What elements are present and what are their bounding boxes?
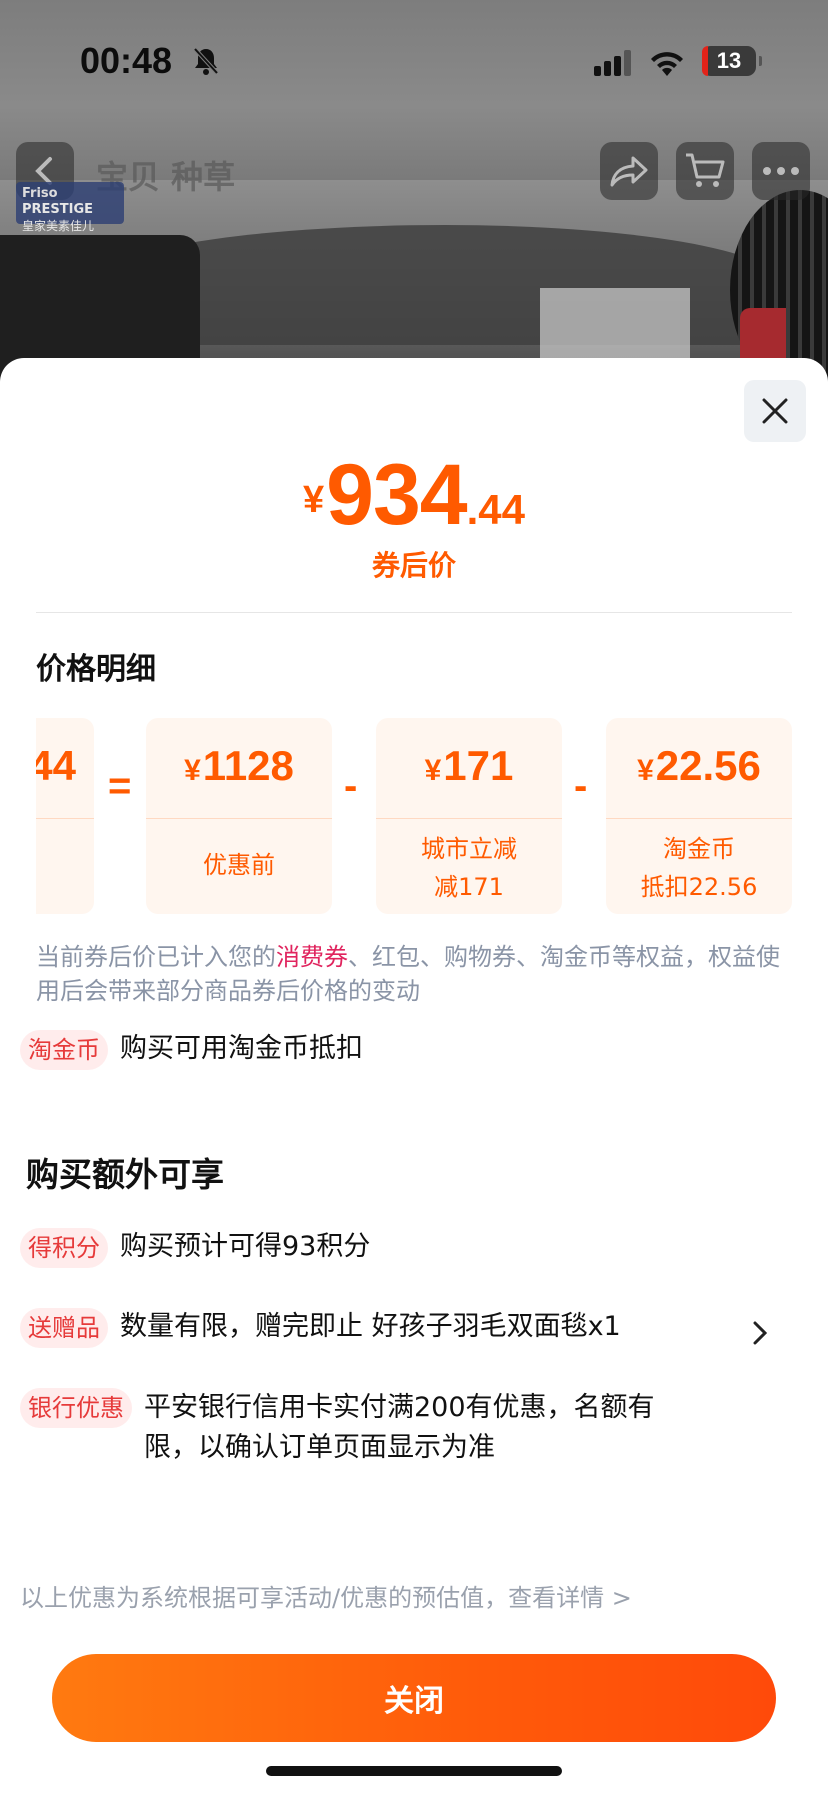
card-separator — [146, 818, 332, 819]
breakdown-card-original: ¥1128 优惠前 — [146, 718, 332, 914]
divider — [36, 612, 792, 613]
minus-sign: - — [574, 764, 588, 808]
bell-muted-icon — [193, 47, 219, 75]
taojinbi-text: 购买可用淘金币抵扣 — [120, 1033, 363, 1064]
breakdown-card-taojinbi: ¥22.56 淘金币 抵扣22.56 — [606, 718, 792, 914]
hero-image-truck — [540, 288, 690, 368]
price-currency: ¥ — [302, 479, 325, 521]
benefit-tag: 送赠品 — [20, 1308, 108, 1348]
share-icon — [610, 156, 648, 187]
estimate-details-link[interactable]: 以上优惠为系统根据可享活动/优惠的预估值，查看详情 > — [20, 1578, 632, 1613]
brand-logo-line1: Friso PRESTIGE — [22, 186, 94, 217]
sheet-close-button[interactable] — [744, 380, 806, 442]
card-amount-value: 171 — [443, 742, 514, 789]
price-detail-title: 价格明细 — [36, 652, 156, 687]
taojinbi-tag: 淘金币 — [20, 1030, 108, 1070]
price-breakdown-scroller[interactable]: 44 = ¥1128 优惠前 - ¥171 城市立减 减171 - ¥22.56… — [36, 718, 792, 914]
benefit-points-row: 得积分 购买预计可得93积分 — [20, 1228, 370, 1268]
price-integer: 934 — [326, 447, 467, 543]
after-coupon-price: ¥934.44 — [0, 446, 828, 545]
card-currency: ¥ — [637, 754, 654, 787]
close-icon — [762, 398, 788, 424]
breakdown-card-city-discount: ¥171 城市立减 减171 — [376, 718, 562, 914]
share-button[interactable] — [600, 142, 658, 200]
price-detail-sheet: ¥934.44 券后价 价格明细 44 = ¥1128 优惠前 - ¥171 城… — [0, 358, 828, 1796]
status-bar: 00:48 13 — [0, 0, 828, 122]
brand-logo-line2: 皇家美素佳儿 — [22, 219, 95, 233]
extra-benefits-title: 购买额外可享 — [26, 1155, 224, 1194]
benefit-gift-row[interactable]: 送赠品 数量有限，赠完即止 好孩子羽毛双面毯x1 — [20, 1308, 800, 1348]
note-text-before: 当前券后价已计入您的 — [36, 943, 276, 971]
home-indicator — [266, 1766, 562, 1776]
cellular-signal-icon — [594, 50, 631, 76]
taojinbi-row: 淘金币 购买可用淘金币抵扣 — [20, 1030, 363, 1070]
card-amount-value: 1128 — [202, 742, 294, 789]
card-separator — [606, 818, 792, 819]
battery-indicator: 13 — [702, 46, 762, 76]
price-decimal: .44 — [466, 486, 526, 533]
benefit-tag: 银行优惠 — [20, 1388, 132, 1428]
cart-button[interactable] — [676, 142, 734, 200]
card-currency: ¥ — [424, 754, 442, 787]
card-currency: ¥ — [184, 754, 201, 787]
price-label: 券后价 — [371, 549, 456, 582]
minus-sign: - — [344, 764, 358, 808]
equals-sign: = — [108, 764, 132, 808]
cart-icon — [686, 153, 725, 187]
more-button[interactable] — [752, 142, 810, 200]
benefit-bank-row: 银行优惠 平安银行信用卡实付满200有优惠，名额有限，以确认订单页面显示为准 — [20, 1388, 720, 1468]
card-separator — [376, 818, 562, 819]
benefit-tag: 得积分 — [20, 1228, 108, 1268]
close-button[interactable]: 关闭 — [52, 1654, 776, 1742]
card-separator — [36, 818, 94, 819]
card-label: 淘金币 抵扣22.56 — [640, 835, 758, 901]
card-label: 城市立减 减171 — [421, 835, 517, 901]
breakdown-card-result: 44 — [36, 718, 94, 914]
card-amount: ¥22.56 — [606, 742, 792, 790]
card-amount-value: 22.56 — [655, 742, 761, 789]
benefit-text: 平安银行信用卡实付满200有优惠，名额有限，以确认订单页面显示为准 — [144, 1392, 655, 1463]
more-dots-icon — [763, 167, 799, 175]
consumer-coupon-link[interactable]: 消费券 — [276, 943, 348, 971]
price-note: 当前券后价已计入您的消费券、红包、购物券、淘金币等权益，权益使用后会带来部分商品… — [36, 940, 796, 1008]
breakdown-result-amount: 44 — [36, 742, 76, 789]
status-time: 00:48 — [80, 40, 173, 81]
benefit-text: 数量有限，赠完即止 好孩子羽毛双面毯x1 — [120, 1311, 621, 1342]
brand-logo: Friso PRESTIGE 皇家美素佳儿 — [16, 182, 124, 233]
wifi-icon — [651, 52, 683, 76]
card-amount: ¥171 — [376, 742, 562, 790]
card-amount: ¥1128 — [146, 742, 332, 790]
card-label: 优惠前 — [203, 851, 275, 879]
benefit-text: 购买预计可得93积分 — [120, 1231, 371, 1262]
chevron-right-icon[interactable] — [748, 1318, 772, 1348]
